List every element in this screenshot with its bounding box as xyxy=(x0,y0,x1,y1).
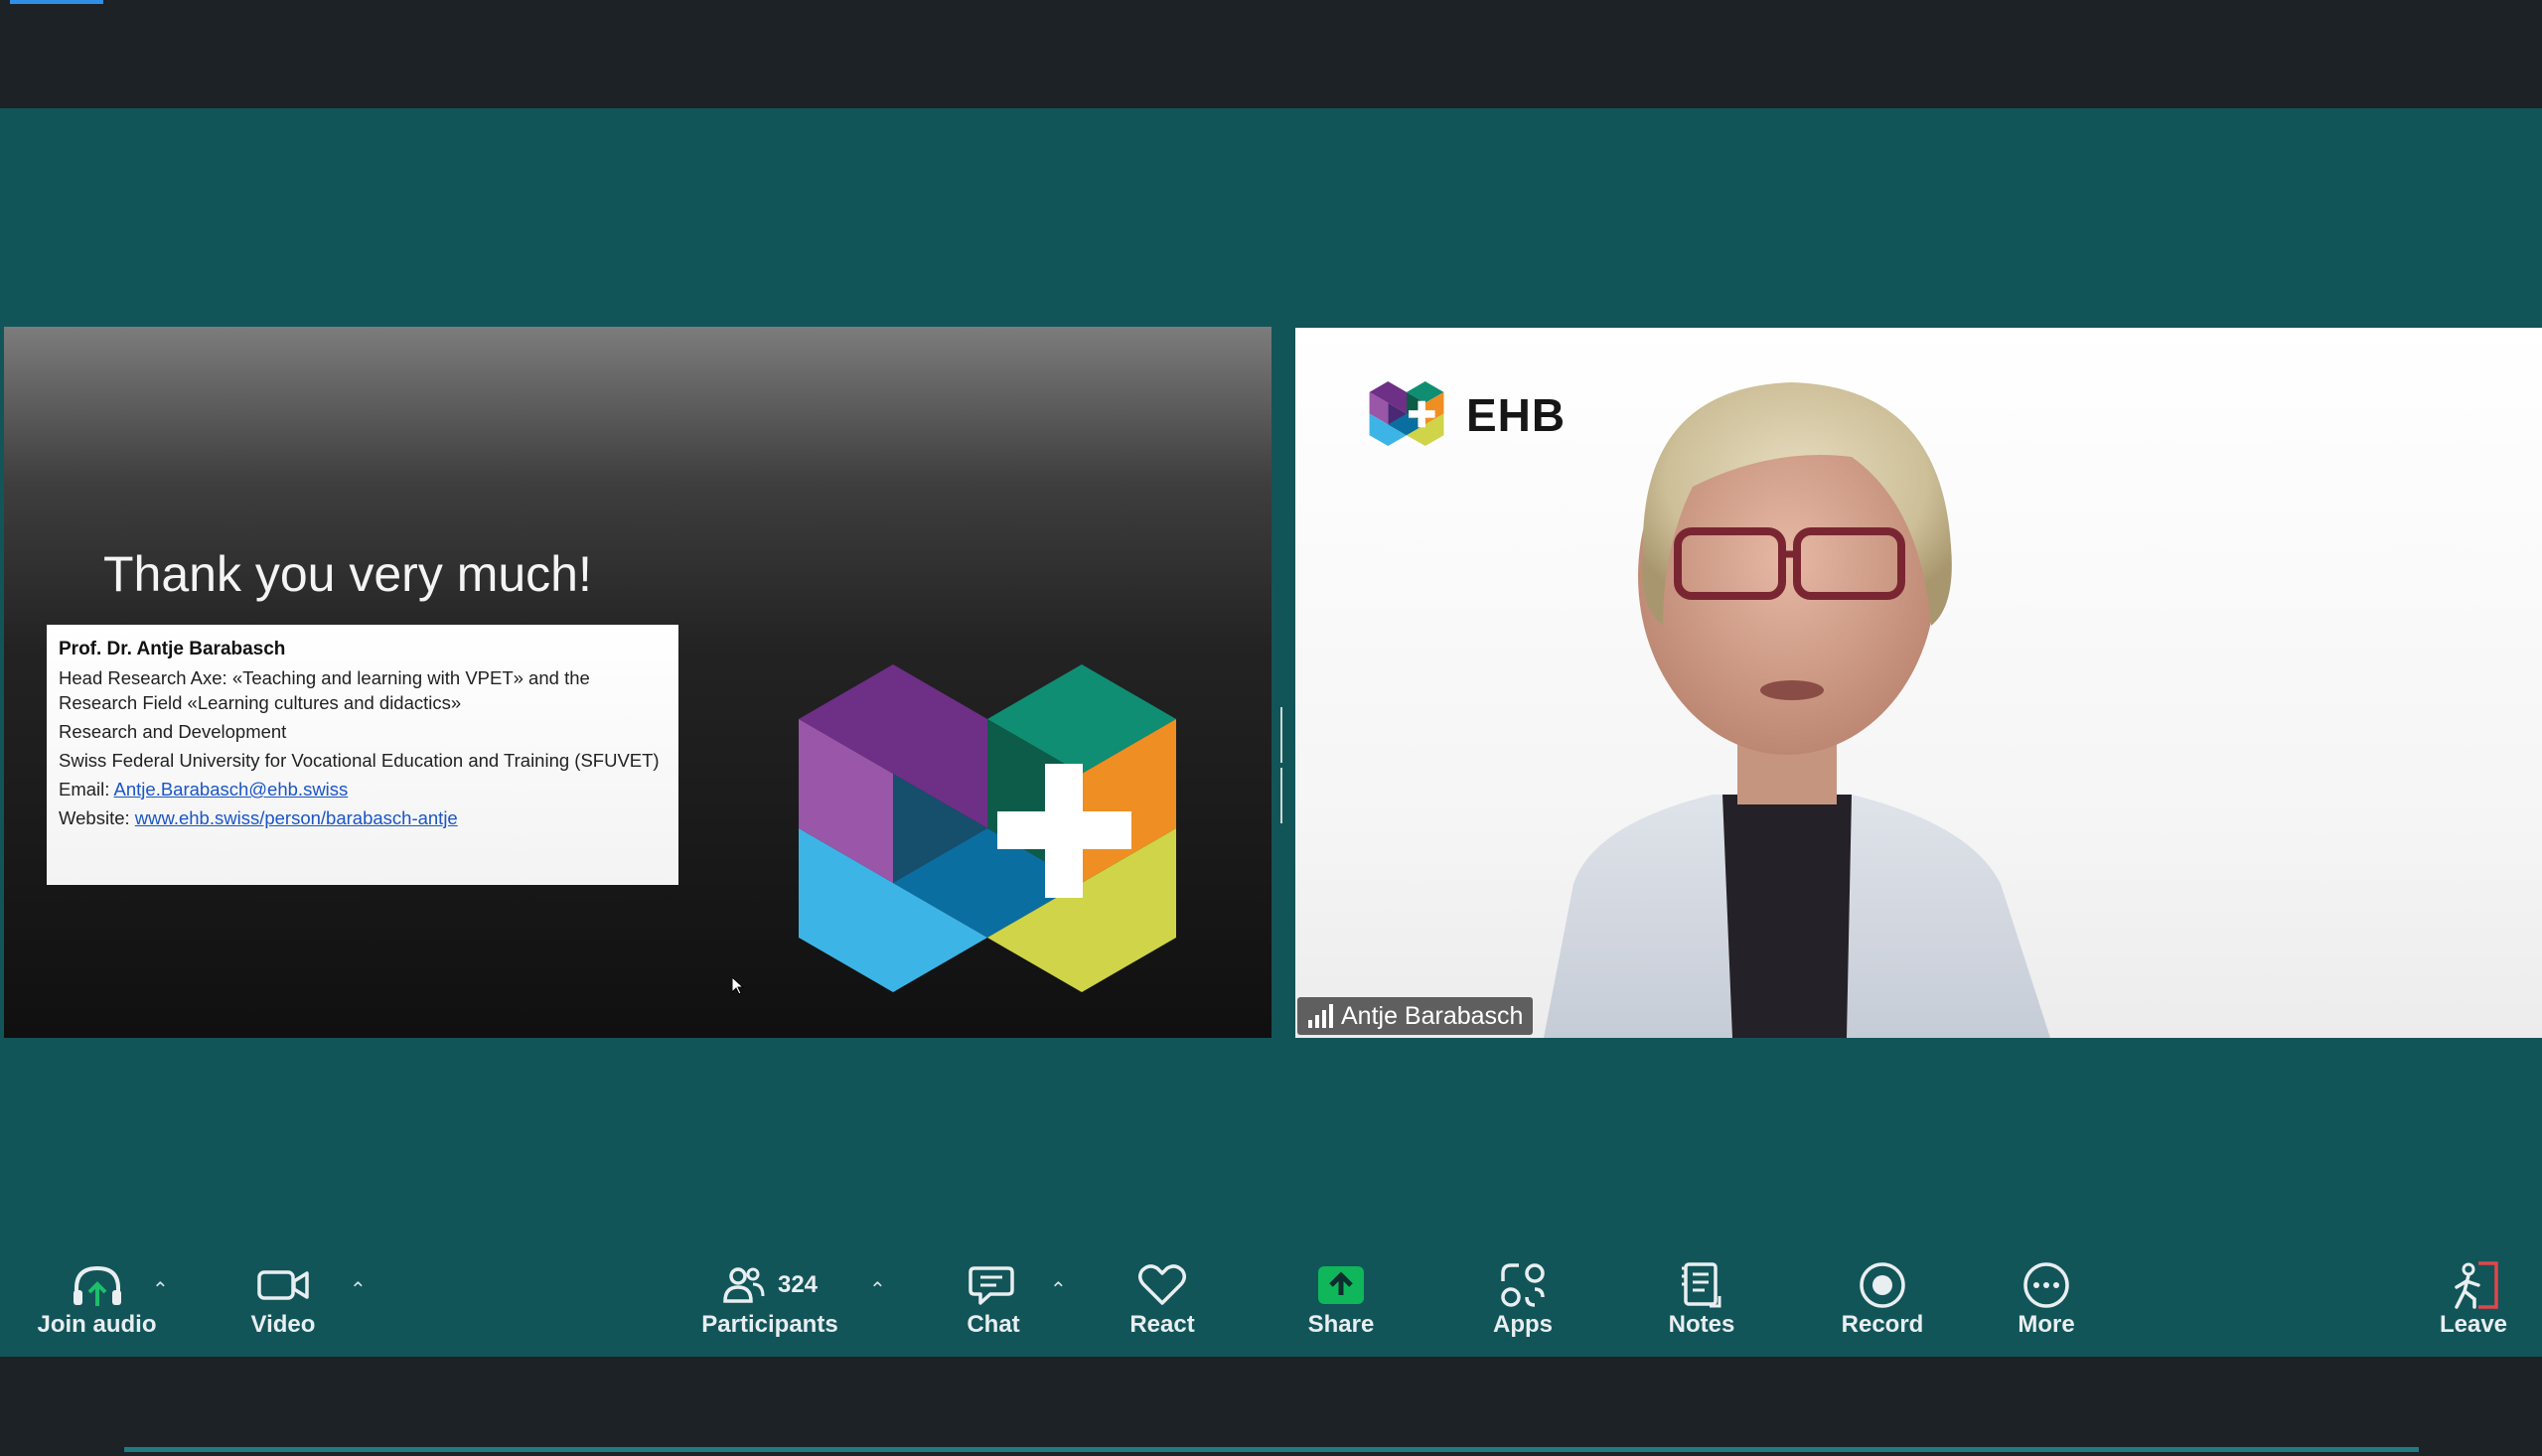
video-button[interactable]: Video xyxy=(233,1257,333,1339)
email-link[interactable]: Antje.Barabasch@ehb.swiss xyxy=(114,779,349,800)
audio-options-caret-icon[interactable]: ⌃ xyxy=(152,1277,169,1302)
participants-icon xyxy=(723,1267,765,1303)
ehb-hex-logo xyxy=(799,664,1176,992)
website-link[interactable]: www.ehb.swiss/person/barabasch-antje xyxy=(135,807,458,828)
email-label: Email: xyxy=(59,779,110,800)
website-label: Website: xyxy=(59,807,130,828)
chat-options-caret-icon[interactable]: ⌃ xyxy=(1050,1277,1067,1302)
apps-button[interactable]: Apps xyxy=(1478,1257,1568,1339)
more-button[interactable]: More xyxy=(2002,1257,2091,1339)
participants-label: Participants xyxy=(701,1311,838,1338)
share-label: Share xyxy=(1307,1311,1375,1338)
contact-email-row: Email: Antje.Barabasch@ehb.swiss xyxy=(59,777,667,801)
share-screen-icon xyxy=(1318,1266,1364,1304)
headphones-icon xyxy=(73,1265,121,1306)
split-view-divider[interactable] xyxy=(1280,707,1286,823)
notes-label: Notes xyxy=(1668,1311,1735,1338)
participants-count: 324 xyxy=(777,1271,819,1298)
join-audio-button[interactable]: Join audio xyxy=(30,1257,164,1339)
participant-name: Antje Barabasch xyxy=(1341,1001,1524,1030)
active-tab-indicator xyxy=(10,0,103,4)
chat-button[interactable]: Chat xyxy=(949,1257,1038,1339)
record-button[interactable]: Record xyxy=(1833,1257,1932,1339)
mouse-cursor-icon xyxy=(732,977,744,995)
participant-name-tag: Antje Barabasch xyxy=(1297,997,1534,1035)
signal-strength-icon xyxy=(1308,1004,1333,1028)
record-label: Record xyxy=(1841,1311,1924,1338)
shared-screen[interactable]: Thank you very much! Prof. Dr. Antje Bar… xyxy=(4,327,1271,1038)
contact-card: Prof. Dr. Antje Barabasch Head Research … xyxy=(47,625,678,885)
leave-button[interactable]: Leave xyxy=(2429,1257,2518,1339)
more-label: More xyxy=(2018,1311,2075,1338)
apps-icon xyxy=(1501,1263,1545,1307)
notes-button[interactable]: Notes xyxy=(1657,1257,1746,1339)
bottom-bar xyxy=(0,1357,2542,1456)
leave-label: Leave xyxy=(2439,1311,2508,1338)
share-button[interactable]: Share xyxy=(1296,1257,1386,1339)
chat-label: Chat xyxy=(967,1311,1020,1338)
participants-options-caret-icon[interactable]: ⌃ xyxy=(869,1277,886,1302)
join-audio-label: Join audio xyxy=(37,1311,157,1338)
video-camera-icon xyxy=(257,1270,309,1300)
leave-door-icon xyxy=(2455,1261,2498,1309)
participant-video[interactable]: EHB Antje Barabasch xyxy=(1295,328,2542,1038)
heart-icon xyxy=(1138,1264,1186,1305)
contact-university: Swiss Federal University for Vocational … xyxy=(59,750,660,771)
bottom-accent-line xyxy=(124,1447,2419,1452)
chat-icon xyxy=(969,1266,1014,1305)
participant-figure xyxy=(1544,382,2050,1038)
react-button[interactable]: React xyxy=(1118,1257,1207,1339)
participants-button[interactable]: 324 Participants xyxy=(700,1257,839,1339)
video-options-caret-icon[interactable]: ⌃ xyxy=(350,1277,367,1302)
top-bar xyxy=(0,0,2542,108)
notes-icon xyxy=(1682,1262,1721,1308)
video-label: Video xyxy=(250,1311,316,1338)
meeting-toolbar: Join audio ⌃ Video ⌃ 324 Participants ⌃ xyxy=(0,1241,2542,1357)
contact-role: Head Research Axe: «Teaching and learnin… xyxy=(59,667,590,713)
react-label: React xyxy=(1129,1311,1195,1338)
apps-label: Apps xyxy=(1493,1311,1553,1338)
slide-title: Thank you very much! xyxy=(103,546,592,602)
contact-department: Research and Development xyxy=(59,721,287,742)
record-icon xyxy=(1860,1262,1905,1308)
more-icon xyxy=(2023,1262,2069,1308)
contact-name: Prof. Dr. Antje Barabasch xyxy=(59,639,286,659)
contact-website-row: Website: www.ehb.swiss/person/barabasch-… xyxy=(59,805,667,830)
